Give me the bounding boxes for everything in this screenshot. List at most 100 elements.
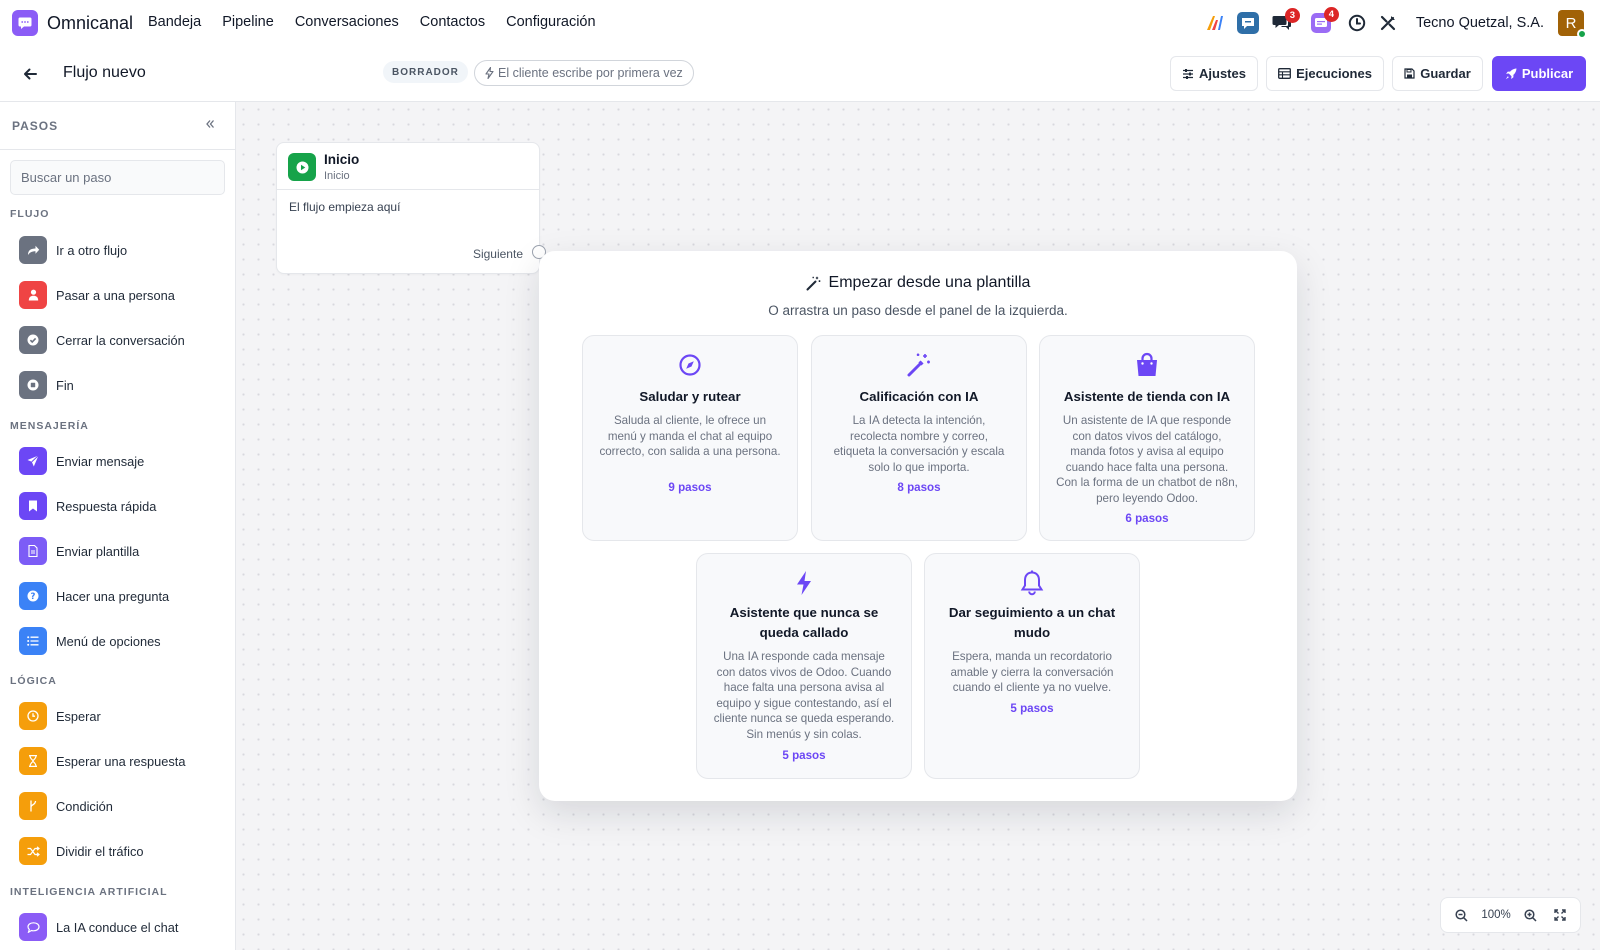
clock-icon[interactable] [1348,14,1366,32]
save-label: Guardar [1420,66,1471,81]
table-icon [1278,68,1292,79]
section-mensajeria: MENSAJERÍA [10,420,89,432]
node-description: El flujo empieza aquí [289,200,401,214]
template-picker: Empezar desde una plantilla O arrastra u… [539,251,1297,801]
app-logo-icon[interactable] [12,10,38,36]
sidebar-divider [0,149,235,150]
company-switcher[interactable]: Tecno Quetzal, S.A. [1416,15,1544,31]
step-label: Dividir el tráfico [56,843,144,859]
clock-icon [19,702,47,730]
compass-icon [583,352,797,378]
step-label: Ir a otro flujo [56,242,128,258]
step-dividir-trafico[interactable]: Dividir el tráfico [19,837,224,865]
template-steps: 5 pasos [1010,702,1054,715]
template-card[interactable]: Asistente de tienda con IA Un asistente … [1039,335,1255,541]
flow-title[interactable]: Flujo nuevo [63,64,146,82]
node-divider [277,189,539,190]
activity-badge: 4 [1323,7,1339,22]
step-label: Enviar plantilla [56,543,140,559]
step-esperar-respuesta[interactable]: Esperar una respuesta [19,747,224,775]
zoom-level: 100% [1481,909,1511,921]
main-menu: Bandeja Pipeline Conversaciones Contacto… [148,14,617,30]
step-menu-opciones[interactable]: Menú de opciones [19,627,224,655]
messages-badge: 3 [1284,8,1300,23]
bell-icon [925,570,1139,596]
presence-indicator [1577,29,1587,39]
template-steps: 6 pasos [1125,512,1169,525]
step-label: Menú de opciones [56,633,161,649]
step-label: Esperar [56,708,101,724]
collapse-sidebar-button[interactable] [202,116,218,132]
template-card[interactable]: Calificación con IA La IA detecta la int… [811,335,1027,541]
magic-wand-icon [806,276,820,290]
settings-button[interactable]: Ajustes [1170,56,1258,91]
zoom-out-icon [1455,908,1468,922]
menu-bandeja[interactable]: Bandeja [148,14,201,30]
step-ia-conduce[interactable]: La IA conduce el chat [19,913,224,941]
person-icon [19,281,47,309]
file-icon [19,537,47,565]
messages-icon[interactable]: 3 [1272,8,1300,32]
template-steps: 8 pasos [897,481,941,494]
step-condicion[interactable]: Condición [19,792,224,820]
template-title: Dar seguimiento a un chat mudo [948,605,1116,640]
systray: 3 4 Tecno Quetzal, S.A. R [1206,0,1600,46]
publish-button[interactable]: Publicar [1492,56,1586,91]
step-search-input[interactable] [10,160,225,195]
check-circle-icon [19,326,47,354]
template-card[interactable]: Saludar y rutear Saluda al cliente, le o… [582,335,798,541]
step-respuesta-rapida[interactable]: Respuesta rápida [19,492,224,520]
runs-button[interactable]: Ejecuciones [1266,56,1384,91]
sidebar-title: PASOS [12,119,59,133]
publish-label: Publicar [1521,66,1574,81]
section-logica: LÓGICA [10,675,57,687]
step-label: La IA conduce el chat [56,919,179,935]
bookmark-icon [19,492,47,520]
node-next-label: Siguiente [472,247,523,261]
menu-contactos[interactable]: Contactos [420,14,485,30]
step-label: Cerrar la conversación [56,332,185,348]
start-node[interactable]: Inicio Inicio El flujo empieza aquí Sigu… [276,142,540,274]
section-ia: INTELIGENCIA ARTIFICIAL [10,886,168,898]
zoom-in-button[interactable] [1522,906,1540,924]
zoom-out-button[interactable] [1452,906,1470,924]
step-label: Enviar mensaje [56,453,145,469]
template-card[interactable]: Asistente que nunca se queda callado Una… [696,553,912,779]
menu-conversaciones[interactable]: Conversaciones [295,14,399,30]
fit-view-button[interactable] [1551,906,1569,924]
step-label: Condición [56,798,113,814]
shopping-bag-icon [1040,352,1254,378]
steps-sidebar: PASOS FLUJO Ir a otro flujo Pasar a una … [0,102,236,950]
save-button[interactable]: Guardar [1392,56,1483,91]
user-avatar[interactable]: R [1558,10,1587,39]
play-icon [288,153,316,181]
step-pasar-a-persona[interactable]: Pasar a una persona [19,281,224,309]
app-name[interactable]: Omnicanal [47,13,133,34]
step-hacer-pregunta[interactable]: ? Hacer una pregunta [19,582,224,610]
avatar-initial: R [1565,14,1577,32]
back-button[interactable] [20,64,40,84]
ai-logo-icon[interactable] [1206,15,1224,31]
magic-wand-icon [812,352,1026,378]
step-cerrar-conversacion[interactable]: Cerrar la conversación [19,326,224,354]
activity-icon[interactable]: 4 [1310,7,1339,33]
node-title: Inicio [324,152,360,167]
step-enviar-plantilla[interactable]: Enviar plantilla [19,537,224,565]
trigger-pill[interactable]: El cliente escribe por primera vez [474,60,694,86]
step-esperar[interactable]: Esperar [19,702,224,730]
step-ir-a-otro-flujo[interactable]: Ir a otro flujo [19,236,224,264]
template-title: Saludar y rutear [639,389,741,404]
menu-configuracion[interactable]: Configuración [506,14,595,30]
step-fin[interactable]: Fin [19,371,224,399]
template-card[interactable]: Dar seguimiento a un chat mudo Espera, m… [924,553,1140,779]
save-icon [1404,68,1415,79]
template-steps: 9 pasos [668,481,712,494]
menu-pipeline[interactable]: Pipeline [222,14,274,30]
settings-label: Ajustes [1199,66,1246,81]
template-steps: 5 pasos [782,749,826,762]
trigger-label: El cliente escribe por primera vez [498,66,683,80]
step-enviar-mensaje[interactable]: Enviar mensaje [19,447,224,475]
list-icon [19,627,47,655]
tools-icon[interactable] [1379,14,1397,32]
chat-app-icon[interactable] [1236,12,1259,34]
